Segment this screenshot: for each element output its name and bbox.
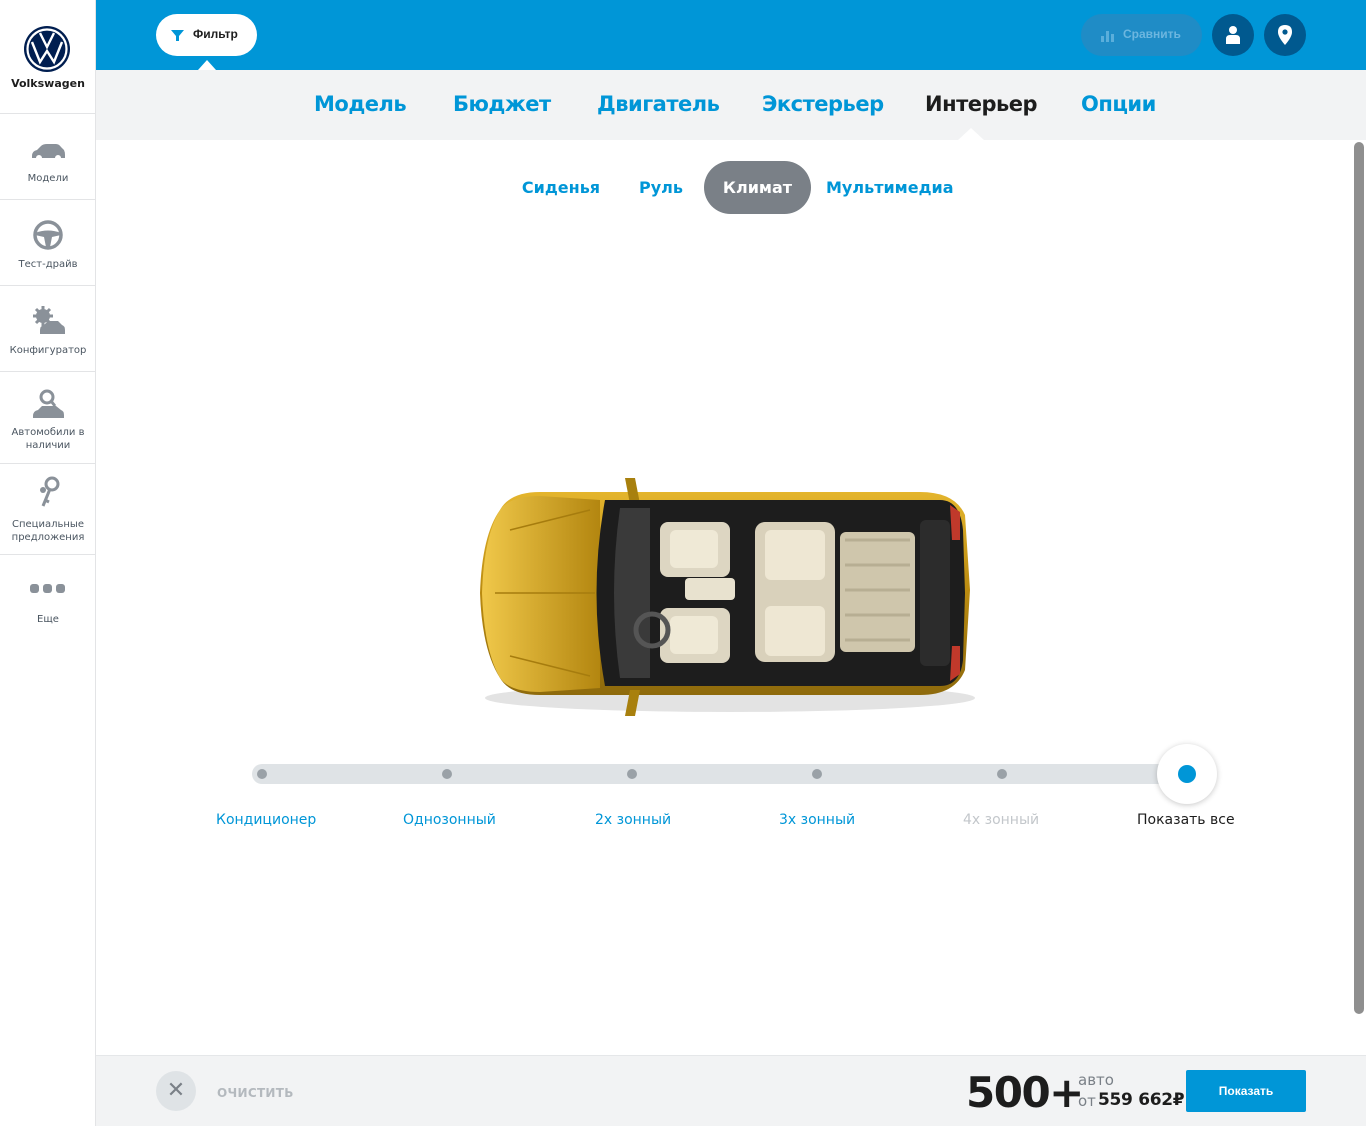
tab-options[interactable]: Опции xyxy=(1081,92,1156,116)
slider-handle-dot xyxy=(1178,765,1196,783)
slider-label-3-zone[interactable]: 3х зонный xyxy=(779,812,855,828)
tab-budget[interactable]: Бюджет xyxy=(453,92,551,116)
more-dots-icon xyxy=(30,584,65,593)
price-prefix: от xyxy=(1078,1092,1096,1110)
scrollbar-thumb[interactable] xyxy=(1354,142,1364,1014)
subtab-multimedia[interactable]: Мультимедиа xyxy=(826,161,954,214)
sidebar-item-label: Конфигуратор xyxy=(9,345,87,356)
sidebar-item-in-stock[interactable]: Автомобили в наличии xyxy=(0,372,96,464)
clear-label[interactable]: ОЧИСТИТЬ xyxy=(217,1086,294,1100)
sidebar-item-models[interactable]: Модели xyxy=(0,114,96,200)
active-tab-pointer xyxy=(958,128,984,140)
location-button[interactable] xyxy=(1264,14,1306,56)
sidebar-item-label: Специальные предложения xyxy=(11,519,85,543)
bottom-bar: ✕ ОЧИСТИТЬ 500+ авто от 559 662₽ Показат… xyxy=(96,1055,1366,1126)
close-icon: ✕ xyxy=(166,1077,186,1102)
clear-button[interactable]: ✕ xyxy=(156,1071,196,1111)
tab-model[interactable]: Модель xyxy=(314,92,407,116)
sidebar: Volkswagen Модели Тест-драйв Конфигурато… xyxy=(0,0,96,1126)
filter-pointer xyxy=(198,60,216,70)
min-price: 559 662₽ xyxy=(1098,1090,1185,1110)
slider-stop-conditioner[interactable] xyxy=(257,769,267,779)
sidebar-item-label: Еще xyxy=(37,614,59,625)
filter-icon xyxy=(171,30,184,41)
slider-label-4-zone: 4х зонный xyxy=(963,812,1040,828)
car-search-icon xyxy=(33,389,64,418)
compare-label: Сравнить xyxy=(1123,27,1181,41)
sidebar-item-more[interactable]: Еще xyxy=(0,555,96,641)
tab-exterior[interactable]: Экстерьер xyxy=(762,92,884,116)
slider-stop-2-zone[interactable] xyxy=(627,769,637,779)
location-pin-icon xyxy=(1278,25,1292,45)
filter-label: Фильтр xyxy=(193,27,238,41)
slider-stop-4-zone[interactable] xyxy=(997,769,1007,779)
tab-engine[interactable]: Двигатель xyxy=(597,92,720,116)
results-unit: авто xyxy=(1078,1071,1114,1089)
filter-button[interactable]: Фильтр xyxy=(156,14,257,56)
show-results-button[interactable]: Показать xyxy=(1186,1070,1306,1112)
climate-slider-track[interactable] xyxy=(252,764,1188,784)
slider-label-single-zone[interactable]: Однозонный xyxy=(403,812,496,828)
slider-stop-single-zone[interactable] xyxy=(442,769,452,779)
car-interior-top-view xyxy=(480,478,975,716)
subtab-steering[interactable]: Руль xyxy=(632,161,690,214)
keys-icon xyxy=(40,476,60,507)
category-nav: Модель Бюджет Двигатель Экстерьер Интерь… xyxy=(96,70,1366,140)
top-bar: Фильтр Сравнить xyxy=(96,0,1366,70)
slider-handle[interactable] xyxy=(1157,744,1217,804)
subtab-climate[interactable]: Климат xyxy=(704,161,811,214)
results-count: 500+ xyxy=(966,1068,1084,1117)
slider-label-2-zone[interactable]: 2х зонный xyxy=(595,812,671,828)
vw-logo[interactable] xyxy=(23,25,71,73)
brand-name: Volkswagen xyxy=(11,77,85,90)
user-button[interactable] xyxy=(1212,14,1254,56)
steering-wheel-icon xyxy=(33,220,63,250)
sidebar-item-test-drive[interactable]: Тест-драйв xyxy=(0,200,96,286)
sidebar-item-label: Модели xyxy=(27,173,69,184)
user-icon xyxy=(1226,26,1240,44)
slider-label-conditioner[interactable]: Кондиционер xyxy=(216,812,316,828)
sidebar-item-configurator[interactable]: Конфигуратор xyxy=(0,286,96,372)
tab-interior[interactable]: Интерьер xyxy=(925,92,1038,116)
car-icon xyxy=(32,144,65,161)
sidebar-item-special-offers[interactable]: Специальные предложения xyxy=(0,464,96,555)
compare-button[interactable]: Сравнить xyxy=(1081,14,1202,56)
subtab-seats[interactable]: Сиденья xyxy=(518,161,604,214)
sidebar-item-label: Автомобили в наличии xyxy=(11,427,85,451)
logo-block[interactable]: Volkswagen xyxy=(0,0,95,114)
slider-label-show-all[interactable]: Показать все xyxy=(1137,812,1235,828)
sidebar-item-label: Тест-драйв xyxy=(18,259,78,270)
slider-stop-3-zone[interactable] xyxy=(812,769,822,779)
configurator-gear-car-icon xyxy=(33,306,65,334)
bar-chart-icon xyxy=(1101,31,1114,42)
